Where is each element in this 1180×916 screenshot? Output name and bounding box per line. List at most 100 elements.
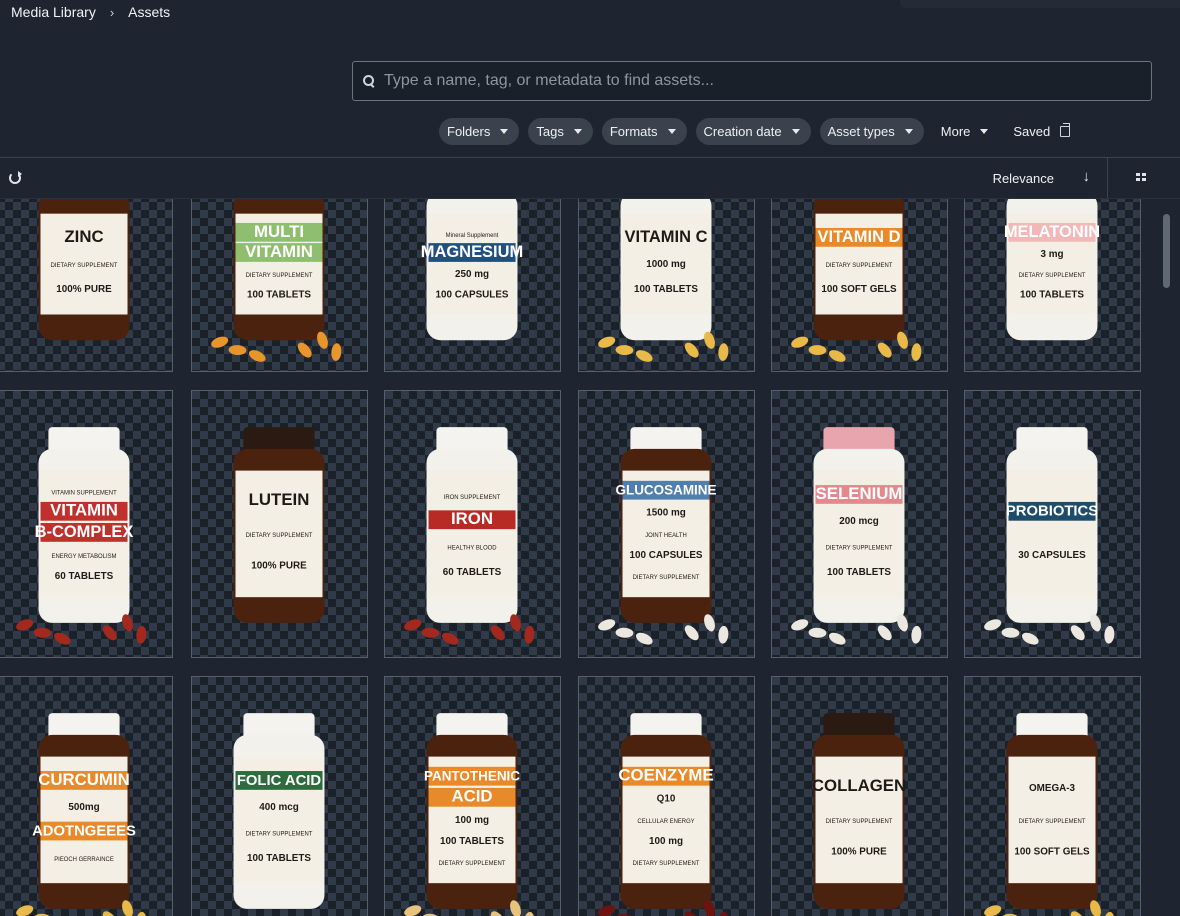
asset-thumbnail: VITAMIN D DIETARY SUPPLEMENT 100 SOFT GELS (791, 199, 922, 362)
toolbar-separator (1107, 158, 1108, 198)
filter-label: More (940, 124, 971, 139)
label-line: DIETARY SUPPLEMENT (633, 575, 700, 581)
filter-tags[interactable]: Tags (528, 118, 593, 145)
pill (16, 619, 34, 631)
label-line: 200 mcg (839, 516, 879, 527)
asset-card[interactable]: SELENIUM 200 mcg DIETARY SUPPLEMENT 100 TAB… (771, 390, 948, 658)
label-line: 100 TABLETS (827, 567, 891, 578)
scrollbar[interactable] (1163, 214, 1170, 914)
label-line: 100 TABLETS (247, 853, 311, 864)
label-line: VITAMIN C (625, 228, 708, 246)
label-line: 60 TABLETS (443, 567, 502, 578)
asset-card[interactable]: COLLAGEN DIETARY SUPPLEMENT 100% PURE (771, 676, 948, 916)
media-library-app: Media Library › Assets Folders Tags Format… (0, 0, 1180, 916)
label-line: DIETARY SUPPLEMENT (826, 819, 893, 825)
label-line: MULTI (254, 222, 304, 241)
asset-card[interactable]: FOLIC ACID 400 mcg DIETARY SUPPLEMENT 100 T… (191, 676, 368, 916)
pill (331, 343, 342, 361)
pill (53, 632, 71, 645)
filter-saved[interactable]: Saved (1005, 118, 1078, 145)
search-input[interactable] (384, 72, 1151, 90)
arrow-down-icon[interactable]: ↓ (1083, 168, 1091, 185)
label-line: 100 mg (649, 836, 683, 847)
pill (984, 619, 1002, 631)
label-line: ENERGY METABOLISM (52, 554, 117, 560)
label-line: DIETARY SUPPLEMENT (439, 861, 506, 867)
filter-asset-types[interactable]: Asset types (819, 118, 924, 145)
asset-card[interactable]: VITAMIN D DIETARY SUPPLEMENT 100 SOFT GELS (771, 199, 948, 372)
filter-creation-date[interactable]: Creation date (695, 118, 811, 145)
asset-card[interactable]: VITAMIN SUPPLEMENT VITAMIN B-COMPLEX ENERGY… (0, 390, 173, 658)
asset-card[interactable]: OMEGA-3 DIETARY SUPPLEMENT 100 SOFT GELS (964, 676, 1141, 916)
label-line: DIETARY SUPPLEMENT (246, 832, 313, 838)
pill (877, 625, 892, 641)
label-line: CELLULAR ENERGY (637, 819, 694, 825)
label-line: 100 CAPSULES (630, 550, 703, 561)
label-line: JOINT HEALTH (645, 533, 687, 539)
asset-card[interactable]: PANTOTHENIC ACID 100 mg 100 TABLETS DIETARY … (384, 676, 561, 916)
asset-thumbnail: LUTEIN DIETARY SUPPLEMENT 100% PURE (233, 427, 325, 623)
pill (1104, 911, 1115, 916)
label-line: HEALTHY BLOOD (447, 546, 496, 552)
filter-label: Folders (447, 124, 491, 139)
filter-label: Saved (1013, 124, 1051, 139)
breadcrumb-assets[interactable]: Assets (128, 4, 170, 20)
pill (718, 343, 729, 361)
asset-card[interactable]: LUTEIN DIETARY SUPPLEMENT 100% PURE (191, 390, 368, 658)
filter-more[interactable]: More (933, 118, 997, 145)
search-bar (352, 61, 1152, 101)
grid-view-icon[interactable] (1136, 173, 1147, 182)
asset-card[interactable]: ZINC DIETARY SUPPLEMENT 100% PURE (0, 199, 173, 372)
asset-card[interactable]: PROBIOTICS 30 CAPSULES (964, 390, 1141, 658)
label-line: PROBIOTICS (1006, 504, 1098, 520)
label-line: DIETARY SUPPLEMENT (1019, 819, 1086, 825)
asset-card[interactable]: MELATONIN 3 mg DIETARY SUPPLEMENT 100 TABLE… (964, 199, 1141, 372)
label-line: MELATONIN (1004, 223, 1100, 241)
label-line: DIETARY SUPPLEMENT (246, 533, 313, 539)
pill (684, 911, 699, 916)
label-line: 3 mg (1040, 249, 1063, 260)
asset-card[interactable]: CURCUMIN 500mg ADOTNGEEES PIEOCH GERRAINCE (0, 676, 173, 916)
label-line: 100 TABLETS (1020, 289, 1084, 300)
asset-card[interactable]: VITAMIN C 1000 mg 100 TABLETS (578, 199, 755, 372)
label-line: OMEGA-3 (1029, 783, 1076, 794)
label-line: B-COMPLEX (35, 523, 134, 541)
label-line: VITAMIN D (818, 228, 901, 246)
search-icon (363, 74, 376, 88)
asset-card[interactable]: Mineral Supplement MAGNESIUM 250 mg 100 CAP… (384, 199, 561, 372)
filter-folders[interactable]: Folders (439, 118, 520, 145)
pill (911, 625, 922, 644)
pill (441, 632, 459, 645)
label-line: 100% PURE (56, 284, 112, 295)
label-line: ADOTNGEEES (32, 824, 136, 840)
pill (598, 905, 616, 916)
asset-card[interactable]: COENZYME Q10 CELLULAR ENERGY 100 mg DIETARY … (578, 676, 755, 916)
refresh-icon[interactable] (9, 171, 22, 184)
filter-formats[interactable]: Formats (601, 118, 687, 145)
sort-dropdown[interactable]: Relevance (993, 171, 1054, 186)
pill (911, 343, 922, 361)
label-line: DIETARY SUPPLEMENT (826, 263, 893, 269)
label-line: 1000 mg (646, 259, 686, 270)
saved-searches-icon (1060, 123, 1071, 137)
pill (791, 336, 809, 348)
asset-card[interactable]: MULTI VITAMIN DIETARY SUPPLEMENT 100 TABLET… (191, 199, 368, 372)
label-line: 400 mcg (259, 802, 299, 813)
scrollbar-thumb[interactable] (1163, 214, 1170, 288)
label-line: Q10 (657, 794, 676, 805)
breadcrumb-media-library[interactable]: Media Library (11, 4, 96, 20)
label-line: 30 CAPSULES (1018, 550, 1086, 561)
asset-card[interactable]: IRON SUPPLEMENT IRON HEALTHY BLOOD 60 TABLE… (384, 390, 561, 658)
bottle-label (1008, 470, 1096, 598)
label-line: 100% PURE (831, 846, 887, 857)
label-line: 500mg (68, 802, 99, 813)
pill (635, 350, 653, 362)
label-line: 100 TABLETS (440, 836, 504, 847)
filter-label: Creation date (703, 124, 782, 139)
pill (404, 905, 422, 916)
asset-card[interactable]: GLUCOSAMINE 1500 mg JOINT HEALTH 100 CAPSUL… (578, 390, 755, 658)
caret-down-icon (573, 129, 582, 134)
pill (598, 336, 616, 348)
filter-label: Asset types (827, 124, 895, 139)
asset-grid: ZINC DIETARY SUPPLEMENT 100% PURE MULTI VITA… (0, 199, 1158, 916)
